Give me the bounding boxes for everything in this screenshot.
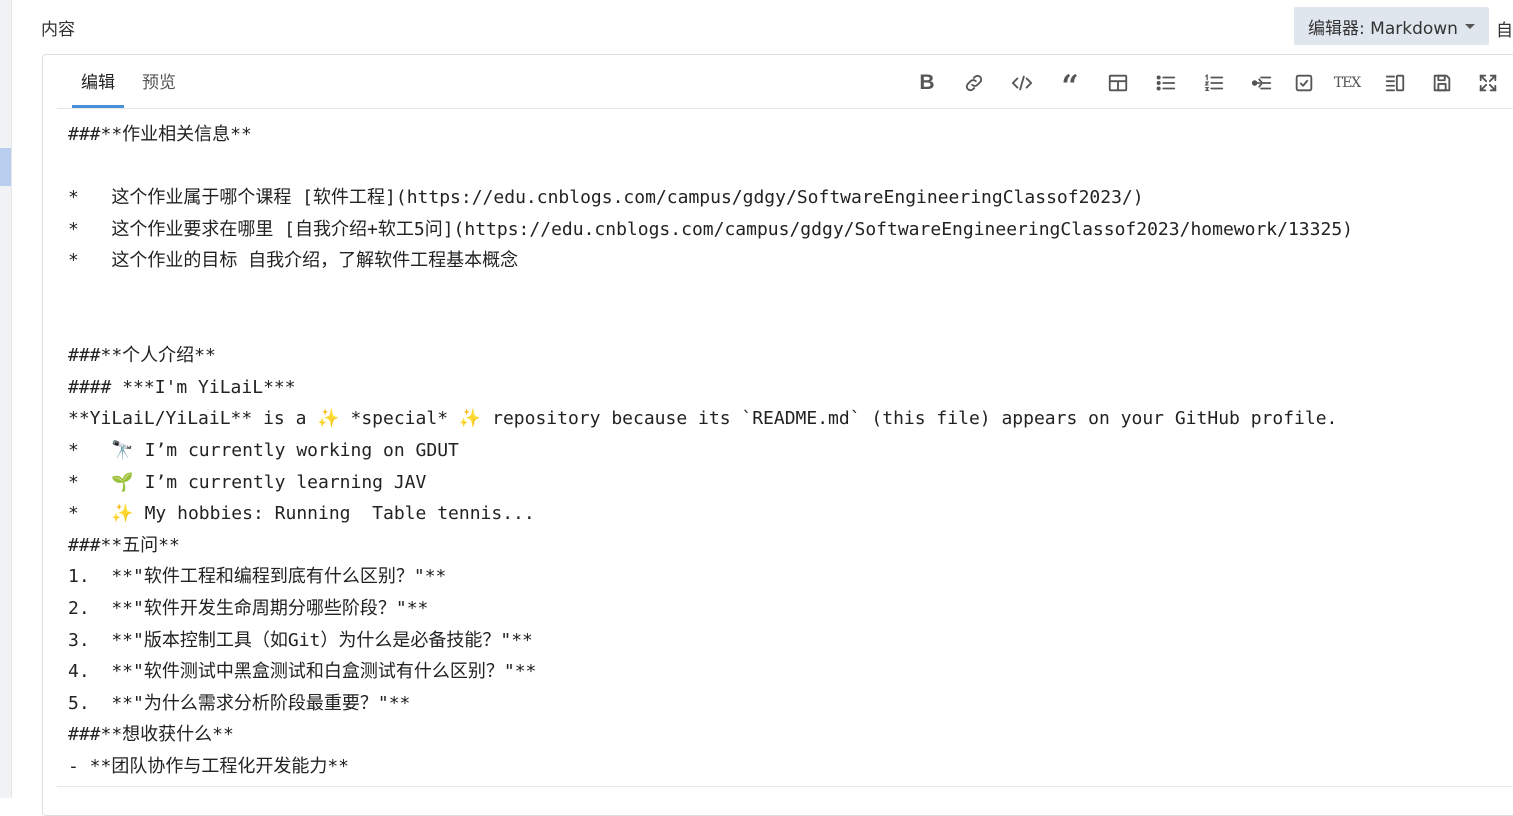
left-panel-edge <box>0 0 12 798</box>
editor-line: #### ***I'm YiLaiL*** <box>68 376 296 398</box>
editor-line: ###**想收获什么** <box>68 724 234 746</box>
editor-line: 4. **"软件测试中黑盒测试和白盒测试有什么区别？"** <box>68 661 537 683</box>
bold-icon[interactable]: B <box>914 70 940 96</box>
auto-option-label[interactable]: 自 <box>1496 16 1513 41</box>
editor-line: 5. **"为什么需求分析阶段最重要？"** <box>68 692 411 714</box>
editor-line: 3. **"版本控制工具（如Git）为什么是必备技能？"** <box>68 629 533 651</box>
ordered-list-icon[interactable] <box>1201 70 1227 96</box>
editor-line: ###**作业相关信息** <box>68 124 252 145</box>
tab-edit[interactable]: 编辑 <box>72 58 124 108</box>
unordered-list-icon[interactable] <box>1153 70 1179 96</box>
table-icon[interactable] <box>1105 70 1131 96</box>
editor-type-select[interactable]: 编辑器: Markdown <box>1294 7 1489 45</box>
tex-icon[interactable]: TEX <box>1334 70 1362 96</box>
save-icon[interactable] <box>1429 70 1455 96</box>
editor-line: * 这个作业要求在哪里 [自我介绍+软工5问](https://edu.cnbl… <box>68 218 1353 240</box>
editor-line: 1. **"软件工程和编程到底有什么区别？"** <box>68 566 447 588</box>
editor-line: * 这个作业的目标 自我介绍，了解软件工程基本概念 <box>68 250 519 272</box>
indent-icon[interactable] <box>1249 70 1275 96</box>
quote-icon[interactable]: “ <box>1057 70 1083 102</box>
link-icon[interactable] <box>961 70 987 96</box>
editor-line: - **团队协作与工程化开发能力** <box>68 755 350 777</box>
editor-line: ###**个人介绍** <box>68 345 216 367</box>
editor-line: 2. **"软件开发生命周期分哪些阶段？"** <box>68 597 429 619</box>
chevron-down-icon <box>1464 23 1475 29</box>
editor-bottom-divider <box>57 786 1513 787</box>
editor-line: ###**五问** <box>68 534 180 556</box>
split-view-icon[interactable] <box>1382 70 1408 96</box>
fullscreen-icon[interactable] <box>1475 70 1501 96</box>
editor-line: * ✨ My hobbies: Running Table tennis... <box>68 503 535 525</box>
editor-line: * 这个作业属于哪个课程 [软件工程](https://edu.cnblogs.… <box>68 187 1144 209</box>
code-icon[interactable] <box>1009 70 1035 96</box>
checkbox-icon[interactable] <box>1291 70 1317 96</box>
left-panel-marker <box>0 148 11 186</box>
markdown-textarea[interactable]: ###**作业相关信息** * 这个作业属于哪个课程 [软件工程](https:… <box>68 119 1508 782</box>
editor-line: * 🌱 I’m currently learning JAV <box>68 471 427 493</box>
editor-line: **YiLaiL/YiLaiL** is a ✨ *special* ✨ rep… <box>68 408 1338 430</box>
editor-type-label: 编辑器: Markdown <box>1308 18 1458 39</box>
content-section-label: 内容 <box>41 20 75 40</box>
editor-line: * 🔭 I’m currently working on GDUT <box>68 439 459 461</box>
tab-preview[interactable]: 预览 <box>142 58 176 106</box>
